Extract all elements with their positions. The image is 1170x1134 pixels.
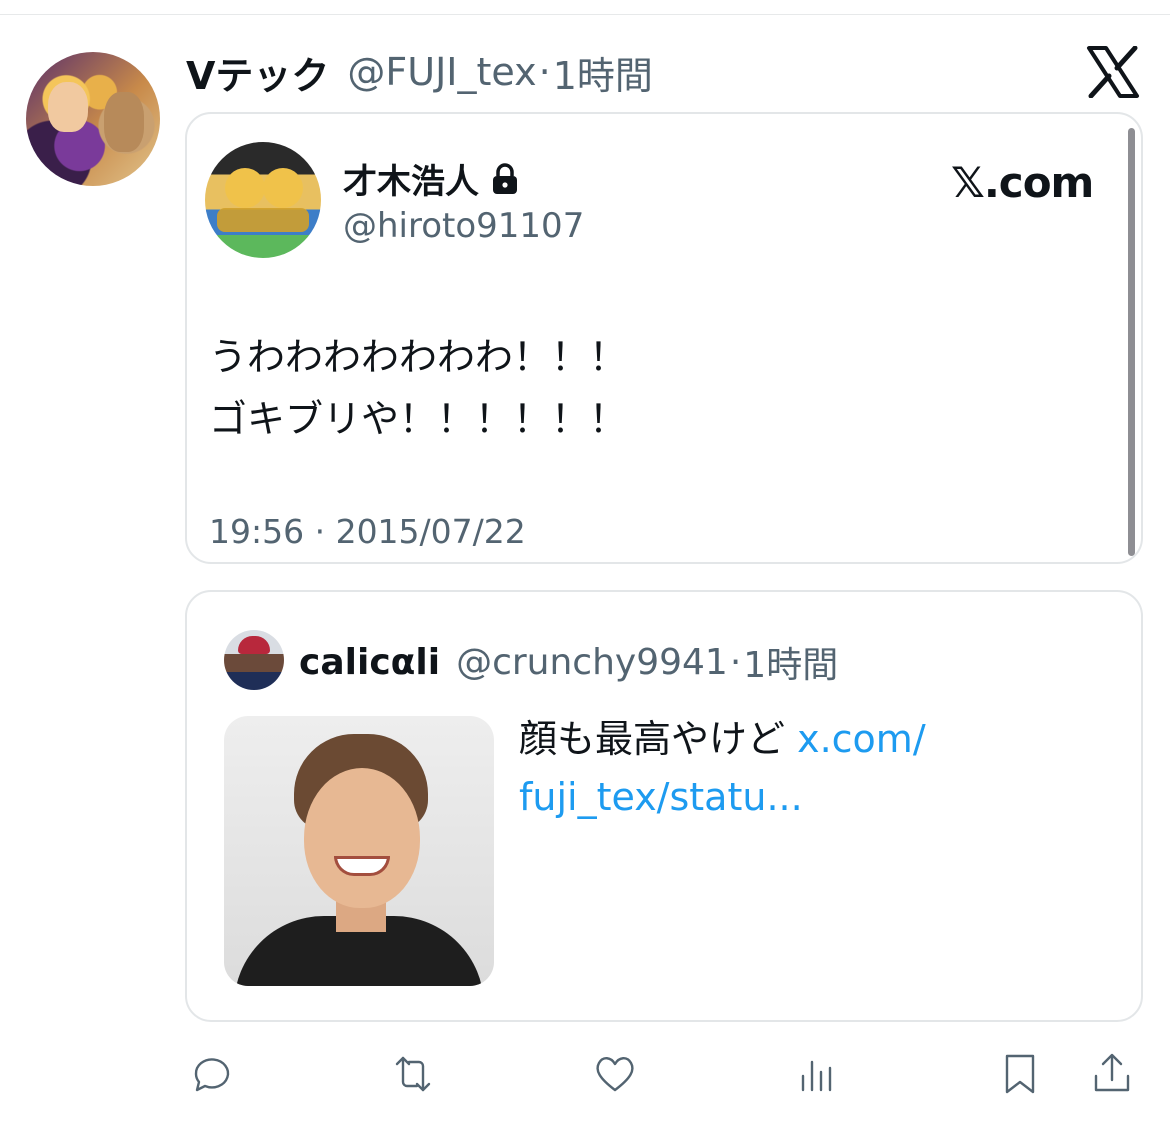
author-avatar[interactable] bbox=[26, 52, 160, 186]
quote-text: 顔も最高やけど x.com/ fuji_tex/statu... bbox=[519, 710, 1119, 826]
source-label: 𝕏.com bbox=[951, 158, 1094, 207]
quote-separator: · bbox=[729, 641, 742, 683]
embedded-display-name: 才木浩人 bbox=[343, 162, 479, 202]
share-button[interactable] bbox=[1086, 1046, 1138, 1102]
retweet-button[interactable] bbox=[387, 1046, 439, 1102]
embedded-tweet-text: うわわわわわわわ！！！ ゴキブリや！！！！！！ bbox=[209, 335, 628, 441]
quote-header: calicαli @crunchy9941 · 1時間 bbox=[299, 636, 838, 688]
embedded-author-avatar bbox=[205, 142, 321, 258]
views-icon bbox=[801, 1060, 832, 1092]
views-button[interactable] bbox=[791, 1046, 843, 1102]
author-display-name[interactable]: Vテック bbox=[186, 45, 329, 100]
quote-author-avatar bbox=[224, 630, 284, 690]
tweet-header: Vテック @FUJI_tex · 1時間 bbox=[186, 44, 653, 100]
lock-icon bbox=[493, 162, 517, 194]
reply-button[interactable] bbox=[186, 1046, 238, 1102]
embedded-tweet-date: 19:56 · 2015/07/22 bbox=[209, 512, 526, 551]
bookmark-icon bbox=[1005, 1054, 1035, 1094]
like-button[interactable] bbox=[589, 1046, 641, 1102]
embedded-tweet-card[interactable]: 才木浩人 @hiroto91107 𝕏.com うわわわわわわわ！！！ ゴキブリ… bbox=[185, 112, 1143, 564]
divider bbox=[0, 14, 1170, 15]
quote-photo[interactable] bbox=[224, 716, 494, 986]
action-bar bbox=[0, 1046, 1170, 1106]
author-handle[interactable]: @FUJI_tex bbox=[347, 50, 536, 94]
embedded-name-row: 才木浩人 bbox=[343, 154, 519, 203]
quote-time: 1時間 bbox=[743, 645, 839, 686]
quote-tweet-card[interactable]: calicαli @crunchy9941 · 1時間 顔も最高やけど x.co… bbox=[185, 590, 1143, 1022]
header-separator: · bbox=[538, 50, 551, 94]
retweet-icon bbox=[395, 1056, 431, 1092]
quote-display-name: calicαli bbox=[299, 641, 441, 683]
tweet-page: Vテック @FUJI_tex · 1時間 才木浩人 @hiroto91107 𝕏… bbox=[0, 0, 1170, 1134]
bookmark-button[interactable] bbox=[994, 1046, 1046, 1102]
tweet-time[interactable]: 1時間 bbox=[553, 45, 653, 100]
quote-handle: @crunchy9941 bbox=[456, 641, 728, 683]
embedded-handle: @hiroto91107 bbox=[343, 206, 585, 246]
reply-icon bbox=[194, 1058, 230, 1092]
share-icon bbox=[1094, 1053, 1130, 1092]
card-scrollbar[interactable] bbox=[1128, 128, 1135, 556]
x-logo-icon[interactable] bbox=[1086, 46, 1140, 98]
quote-text-body: 顔も最高やけど bbox=[519, 717, 798, 761]
like-icon bbox=[596, 1057, 634, 1092]
